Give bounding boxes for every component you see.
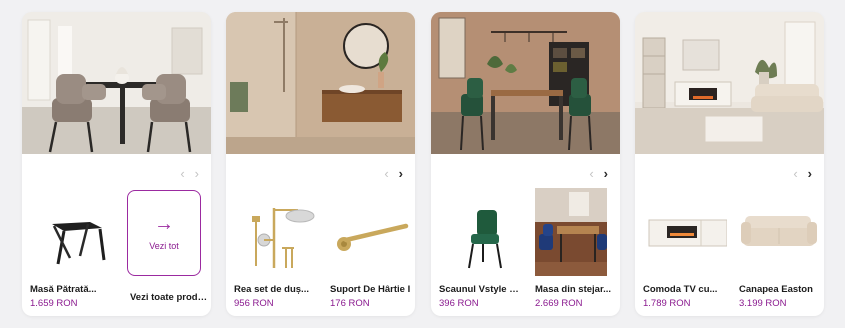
product-price: 396 RON <box>439 298 479 309</box>
shower-set-image <box>252 208 315 268</box>
product-card-2: ‹ › Rea set de duș... 956 RON Suport De … <box>226 12 415 316</box>
product-thumbnail[interactable] <box>30 188 114 276</box>
product-thumbnail[interactable] <box>643 188 727 276</box>
chevron-left-icon[interactable]: ‹ <box>180 167 184 180</box>
product-item[interactable]: Scaunul Vstyle Opal... 396 RON <box>439 188 523 309</box>
chevron-left-icon[interactable]: ‹ <box>793 167 797 180</box>
chevron-left-icon[interactable]: ‹ <box>384 167 388 180</box>
carousel-nav: ‹ › <box>793 167 812 180</box>
sofa-image <box>741 216 817 246</box>
green-chair-image <box>468 210 502 269</box>
product-price: 3.199 RON <box>739 298 787 309</box>
product-name[interactable]: Canapea Easton <box>739 284 823 295</box>
chevron-right-icon[interactable]: › <box>399 167 403 180</box>
view-all-label: Vezi tot <box>149 241 179 251</box>
product-name[interactable]: Suport De Hârtie I <box>330 284 414 295</box>
paper-holder-image <box>337 223 409 251</box>
product-card-4: ‹ › Comoda TV cu... 1.789 RON Canapea Ea… <box>635 12 824 316</box>
oak-table-image <box>535 188 607 276</box>
product-name[interactable]: Comoda TV cu... <box>643 284 727 295</box>
product-card-3: ‹ › Scaunul Vstyle Opal... 396 RON <box>431 12 620 316</box>
product-thumbnail[interactable] <box>330 188 414 276</box>
product-price: 2.669 RON <box>535 298 583 309</box>
product-price: 1.789 RON <box>643 298 691 309</box>
product-thumbnail[interactable] <box>439 188 523 276</box>
product-item[interactable]: Comoda TV cu... 1.789 RON <box>643 188 727 309</box>
product-price: 956 RON <box>234 298 274 309</box>
product-thumbnail[interactable] <box>535 188 619 276</box>
chevron-right-icon[interactable]: › <box>604 167 608 180</box>
product-item[interactable]: Suport De Hârtie I 176 RON <box>330 188 414 309</box>
view-all-button[interactable]: → Vezi tot <box>127 190 201 276</box>
product-item[interactable]: Masa din stejar... 2.669 RON <box>535 188 619 309</box>
hero-image-dining-room[interactable] <box>22 12 211 154</box>
chevron-right-icon[interactable]: › <box>808 167 812 180</box>
hero-image-bathroom[interactable] <box>226 12 415 154</box>
product-name[interactable]: Masa din stejar... <box>535 284 619 295</box>
chevron-right-icon[interactable]: › <box>195 167 199 180</box>
product-item[interactable]: Canapea Easton 3.199 RON <box>739 188 823 309</box>
carousel-nav: ‹ › <box>180 167 199 180</box>
product-item[interactable]: Masă Pătrată... 1.659 RON <box>30 188 114 309</box>
view-all-caption[interactable]: Vezi toate produs <box>130 292 208 303</box>
arrow-right-icon: → <box>154 213 174 235</box>
product-thumbnail[interactable] <box>234 188 318 276</box>
square-table-image <box>52 222 106 265</box>
product-price: 176 RON <box>330 298 370 309</box>
product-name[interactable]: Rea set de duș... <box>234 284 318 295</box>
bathroom-photo <box>226 12 415 154</box>
dining-kitchen-photo <box>431 12 620 154</box>
chevron-left-icon[interactable]: ‹ <box>589 167 593 180</box>
product-item[interactable]: Rea set de duș... 956 RON <box>234 188 318 309</box>
hero-image-living-room[interactable] <box>635 12 824 154</box>
dining-room-photo <box>22 12 211 154</box>
carousel-nav: ‹ › <box>589 167 608 180</box>
tv-console-image <box>648 219 727 247</box>
product-card-1: ‹ › Masă Pătrată... 1.659 RON → Vezi tot… <box>22 12 211 316</box>
carousel-nav: ‹ › <box>384 167 403 180</box>
hero-image-dining-kitchen[interactable] <box>431 12 620 154</box>
product-name[interactable]: Masă Pătrată... <box>30 284 114 295</box>
product-thumbnail[interactable] <box>739 188 823 276</box>
product-price: 1.659 RON <box>30 298 78 309</box>
living-room-photo <box>635 12 824 154</box>
product-name[interactable]: Scaunul Vstyle Opal... <box>439 284 523 295</box>
